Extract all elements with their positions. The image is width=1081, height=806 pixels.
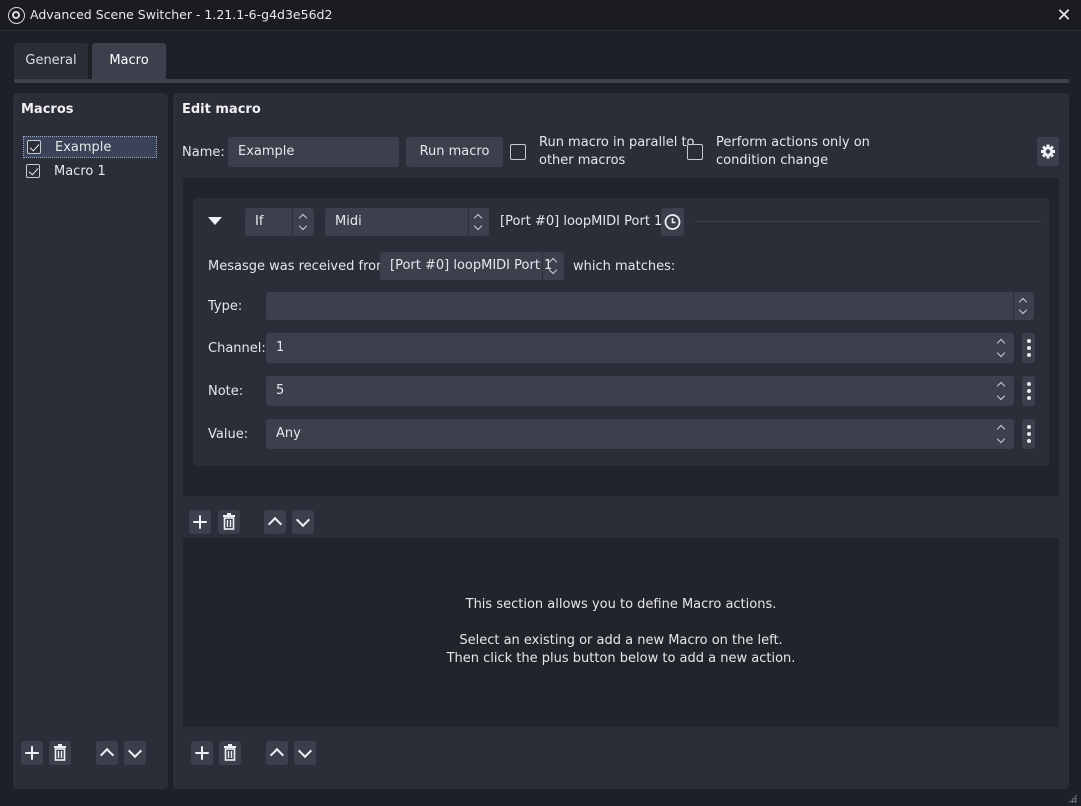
- condition-summary: [Port #0] loopMIDI Port 1: [500, 214, 663, 229]
- trash-icon: [223, 513, 235, 530]
- move-action-down-button[interactable]: [294, 741, 316, 765]
- remove-macro-button[interactable]: [49, 741, 71, 765]
- macro-label: Macro 1: [54, 164, 106, 179]
- message-received-label: Mesasge was received from: [208, 259, 389, 274]
- select-arrows-icon: [473, 208, 485, 236]
- add-action-button[interactable]: [191, 741, 213, 765]
- midi-port-select[interactable]: [Port #0] loopMIDI Port 1: [380, 252, 564, 280]
- move-condition-down-button[interactable]: [292, 510, 314, 534]
- channel-value: 1: [276, 340, 285, 355]
- macros-heading: Macros: [21, 102, 74, 117]
- condition-change-checkbox[interactable]: [687, 144, 703, 160]
- spinbox-arrows-icon[interactable]: [996, 376, 1008, 406]
- which-matches-label: which matches:: [573, 259, 676, 274]
- trash-icon: [54, 744, 66, 761]
- condition-change-label-line1: Perform actions only on: [716, 135, 870, 150]
- macro-settings-button[interactable]: [1037, 137, 1059, 166]
- spinbox-arrows-icon[interactable]: [996, 419, 1008, 449]
- remove-action-button[interactable]: [219, 741, 241, 765]
- move-condition-up-button[interactable]: [264, 510, 286, 534]
- message-type-select[interactable]: [266, 292, 1034, 320]
- trash-icon: [224, 744, 236, 761]
- actions-hint-line1: This section allows you to define Macro …: [465, 597, 777, 612]
- condition-change-label-line2: condition change: [716, 153, 829, 168]
- tab-general[interactable]: General: [14, 43, 88, 79]
- run-in-parallel-checkbox[interactable]: [510, 144, 526, 160]
- channel-options-button[interactable]: [1022, 333, 1035, 363]
- value-value: Any: [276, 426, 301, 441]
- name-label: Name:: [182, 145, 225, 160]
- logic-select[interactable]: If: [245, 208, 314, 236]
- select-arrows-icon: [1018, 292, 1030, 320]
- midi-port-value: [Port #0] loopMIDI Port 1: [390, 258, 553, 273]
- value-options-button[interactable]: [1022, 419, 1035, 449]
- channel-input[interactable]: 1: [266, 333, 1014, 363]
- select-arrows-icon: [298, 208, 310, 236]
- collapse-triangle-icon[interactable]: [207, 215, 223, 227]
- condition-type-value: Midi: [335, 214, 362, 229]
- window-title: Advanced Scene Switcher - 1.21.1-6-g4d3e…: [30, 7, 333, 22]
- macro-list-item-macro-1[interactable]: Macro 1: [23, 160, 157, 182]
- type-label: Type:: [208, 299, 243, 314]
- resize-grip-icon[interactable]: [1066, 792, 1078, 804]
- macro-list-item-example[interactable]: Example: [23, 136, 157, 158]
- select-arrows-icon: [548, 252, 560, 280]
- actions-hint-line3: Then click the plus button below to add …: [446, 651, 796, 666]
- move-action-up-button[interactable]: [266, 741, 288, 765]
- remove-condition-button[interactable]: [218, 510, 240, 534]
- macros-panel: [13, 93, 168, 789]
- obs-logo-icon: [8, 7, 25, 24]
- clock-icon: [664, 214, 681, 230]
- note-label: Note:: [208, 384, 244, 399]
- actions-hint-line2: Select an existing or add a new Macro on…: [459, 633, 783, 648]
- macro-name-input[interactable]: Example: [228, 137, 399, 167]
- value-input[interactable]: Any: [266, 419, 1014, 449]
- note-options-button[interactable]: [1022, 376, 1035, 406]
- add-macro-button[interactable]: [21, 741, 43, 765]
- macro-enabled-checkbox[interactable]: [26, 164, 40, 178]
- gear-icon: [1041, 144, 1055, 159]
- header-divider: [694, 221, 1042, 222]
- note-input[interactable]: 5: [266, 376, 1014, 406]
- macro-label: Example: [55, 140, 112, 155]
- channel-label: Channel:: [208, 341, 266, 356]
- note-value: 5: [276, 383, 285, 398]
- edit-macro-heading: Edit macro: [182, 102, 261, 117]
- value-label: Value:: [208, 427, 249, 442]
- macro-enabled-checkbox[interactable]: [27, 140, 41, 154]
- run-macro-button[interactable]: Run macro: [406, 137, 503, 167]
- move-macro-up-button[interactable]: [96, 741, 118, 765]
- condition-duration-button[interactable]: [661, 208, 684, 236]
- logic-select-value: If: [255, 214, 264, 229]
- close-window-button[interactable]: ✕: [1051, 4, 1077, 28]
- tab-bar-divider: [14, 79, 1069, 83]
- tab-macro[interactable]: Macro: [92, 43, 166, 79]
- condition-type-select[interactable]: Midi: [325, 208, 489, 236]
- add-condition-button[interactable]: [189, 510, 211, 534]
- run-in-parallel-label-line1: Run macro in parallel to: [539, 135, 695, 150]
- move-macro-down-button[interactable]: [124, 741, 146, 765]
- run-in-parallel-label-line2: other macros: [539, 153, 626, 168]
- spinbox-arrows-icon[interactable]: [996, 333, 1008, 363]
